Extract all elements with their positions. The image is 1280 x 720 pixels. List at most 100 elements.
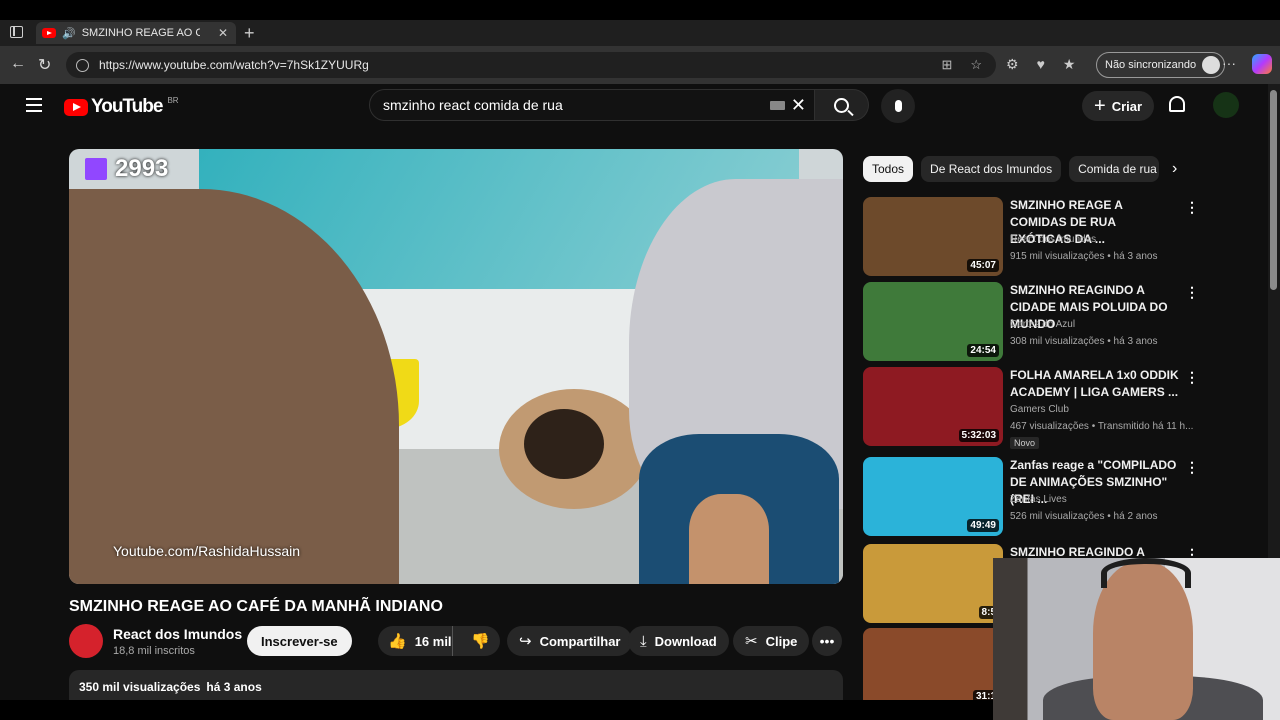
tab-title: SMZINHO REAGE AO CAFÉ DA MANHÃ INDIANO [81,27,200,39]
favorite-star-icon[interactable]: ☆ [970,57,982,73]
more-options-icon[interactable]: ⋮ [1185,459,1199,476]
youtube-favicon-icon [42,28,56,38]
back-icon[interactable]: ← [10,55,26,73]
recommendation-title: FOLHA AMARELA 1x0 ODDIK ACADEMY | LIGA G… [1010,368,1179,399]
share-button[interactable]: ↪ Compartilhar [507,626,633,656]
subscribe-button[interactable]: Inscrever-se [247,626,352,656]
plus-icon: + [1094,94,1106,117]
recommendation-item[interactable]: 45:07 SMZINHO REAGE A COMIDAS DE RUA EXÓT… [863,197,1203,277]
youtube-logo[interactable]: YouTube BR [64,96,179,118]
voice-search-button[interactable] [881,89,915,123]
subscriber-count: 18,8 mil inscritos [113,645,195,657]
search-icon [834,97,849,113]
create-button[interactable]: + Criar [1082,91,1155,121]
create-label: Criar [1111,98,1143,114]
video-title: SMZINHO REAGE AO CAFÉ DA MANHÃ INDIANO [69,598,443,615]
close-tab-icon[interactable]: ✕ [218,26,228,40]
recommendation-thumbnail[interactable]: 8:5 [863,544,1003,623]
recommendation-thumbnail[interactable]: 24:54 [863,282,1003,361]
notifications-bell-icon[interactable] [1169,96,1185,112]
more-options-icon[interactable]: ⋮ [1185,369,1199,386]
account-avatar[interactable] [1213,92,1239,118]
search-input[interactable]: smzinho react comida de rua ✕ [369,89,815,121]
upload-age: há 3 anos [206,680,262,694]
recommendation-channel[interactable]: React dos Imundos [1010,234,1096,245]
video-duration: 24:54 [967,344,999,357]
video-duration: 45:07 [967,259,999,272]
video-frame-oven [499,389,649,509]
thumbs-down-icon: 👎 [471,633,490,650]
recommendation-channel[interactable]: Zanfas Lives [1010,494,1067,505]
browser-essentials-icon[interactable]: ♥ [1037,56,1045,73]
recommendation-item[interactable]: 5:32:03 FOLHA AMARELA 1x0 ODDIK ACADEMY |… [863,367,1203,449]
recommendation-item[interactable]: 49:49 Zanfas reage a "COMPILADO DE ANIMAÇ… [863,457,1203,537]
chip-street-food[interactable]: Comida de rua [1069,156,1160,182]
keyboard-icon[interactable] [769,100,785,110]
recommendation-thumbnail[interactable]: 31:1 [863,628,1003,700]
share-label: Compartilhar [539,633,621,649]
copilot-icon[interactable] [1252,54,1272,74]
more-options-icon[interactable]: ⋮ [1185,284,1199,301]
view-count: 350 mil visualizações [79,680,201,694]
chevron-right-icon[interactable]: › [1172,160,1177,178]
profile-sync-button[interactable]: Não sincronizando [1096,52,1226,78]
download-icon: ⤓ [640,632,647,650]
share-icon: ↪ [519,633,532,650]
like-button[interactable]: 👍 16 mil [378,626,454,656]
recommendation-channel[interactable]: Gamers Club [1010,404,1069,415]
recommendation-thumbnail[interactable]: 49:49 [863,457,1003,536]
sync-label: Não sincronizando [1105,59,1197,71]
search-bar: smzinho react comida de rua ✕ [369,89,869,121]
new-tab-icon[interactable]: + [244,23,255,44]
webcam-overlay [993,558,1280,720]
reload-icon[interactable]: ↻ [38,55,51,75]
menu-icon[interactable] [26,98,42,116]
address-bar[interactable]: https://www.youtube.com/watch?v=7hSk1ZYU… [66,52,996,78]
recommendation-meta: 308 mil visualizações • há 3 anos [1010,336,1158,347]
headphones [1101,558,1191,588]
video-player[interactable]: 2993 Youtube.com/RashidaHussain [69,149,843,584]
search-button[interactable] [815,89,869,121]
url-text: https://www.youtube.com/watch?v=7hSk1ZYU… [99,58,369,72]
extensions-icon[interactable]: ⚙ [1006,56,1019,73]
logo-wordmark: YouTube [91,96,163,117]
browser-address-row: ← ↻ https://www.youtube.com/watch?v=7hSk… [0,46,1280,84]
download-button[interactable]: ⤓ Download [628,626,729,656]
like-dislike-group: 👍 16 mil 👎 [378,626,500,656]
dislike-button[interactable]: 👎 [461,632,500,650]
clip-button[interactable]: ✂ Clipe [733,626,810,656]
new-badge: Novo [1010,437,1040,449]
favorites-icon[interactable]: ★ [1063,56,1076,73]
mic-icon [894,100,902,112]
clear-search-icon[interactable]: ✕ [791,95,806,116]
recommendation-item[interactable]: 24:54 SMZINHO REAGINDO A CIDADE MAIS POLU… [863,282,1203,362]
app-available-icon[interactable]: ⊞ [941,57,952,73]
streamer-facecam [639,434,839,584]
more-options-icon[interactable]: ⋮ [1185,199,1199,216]
chip-all[interactable]: Todos [863,156,914,182]
chip-from-channel[interactable]: De React dos Imundos [921,156,1062,182]
screen-top-border [0,0,1280,20]
download-label: Download [654,633,717,649]
profile-avatar [1202,56,1221,74]
site-info-icon[interactable] [76,58,89,72]
recommendation-channel[interactable]: Cortes do Azul [1010,319,1075,330]
browser-tab-active[interactable]: 🔊 SMZINHO REAGE AO CAFÉ DA MANHÃ INDIANO… [36,22,236,44]
browser-menu-icon[interactable]: ··· [1222,55,1236,71]
channel-name[interactable]: React dos Imundos [113,626,242,642]
video-duration: 5:32:03 [958,429,999,442]
more-actions-button[interactable]: ••• [812,626,842,656]
speaker-icon[interactable]: 🔊 [62,27,76,40]
recommendation-thumbnail[interactable]: 5:32:03 [863,367,1003,446]
twitch-icon [85,158,107,180]
recommendation-meta: 526 mil visualizações • há 2 anos [1010,511,1158,522]
description-box[interactable]: 350 mil visualizações há 3 anos [69,670,843,700]
twitch-counter: 2993 [115,155,169,182]
recommendation-thumbnail[interactable]: 45:07 [863,197,1003,276]
tab-actions-icon[interactable] [10,26,23,38]
like-count: 16 mil [414,633,452,649]
toolbar-icons: ⚙ ♥ ★ [1006,56,1075,73]
scrollbar-thumb[interactable] [1270,90,1277,290]
channel-avatar[interactable] [69,624,103,658]
thumbs-up-icon: 👍 [388,633,407,650]
